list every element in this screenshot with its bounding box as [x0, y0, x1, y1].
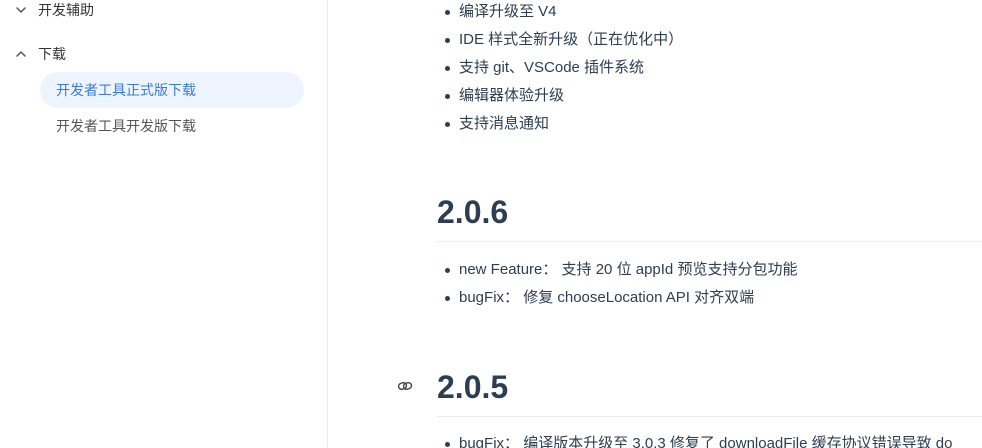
list-item: 编辑器体验升级 — [443, 82, 683, 110]
sidebar-group-dev-assist[interactable]: 开发辅助 — [14, 0, 94, 20]
main-content: 编译升级至 V4 IDE 样式全新升级（正在优化中） 支持 git、VSCode… — [329, 0, 982, 448]
list-item: new Feature： 支持 20 位 appId 预览支持分包功能 — [443, 256, 797, 284]
sidebar-group-download[interactable]: 下载 — [14, 44, 66, 64]
sidebar-group-label: 开发辅助 — [38, 2, 94, 18]
list-item: IDE 样式全新升级（正在优化中） — [443, 26, 683, 54]
chevron-down-icon — [14, 3, 28, 17]
sidebar-item-stable-download[interactable]: 开发者工具正式版下载 — [40, 72, 304, 108]
sidebar-item-label: 开发者工具正式版下载 — [56, 82, 196, 98]
list-item: bugFix： 编译版本升级至 3.0.3 修复了 downloadFile 缓… — [443, 430, 952, 448]
list-item: 支持消息通知 — [443, 110, 683, 138]
changelog-list-2-0-6: new Feature： 支持 20 位 appId 预览支持分包功能 bugF… — [443, 256, 797, 312]
docs-page: 开发辅助 下载 开发者工具正式版下载 开发者工具开发版下载 编译升级至 V4 I… — [0, 0, 982, 448]
sidebar-group-label: 下载 — [38, 46, 66, 62]
feature-list: 编译升级至 V4 IDE 样式全新升级（正在优化中） 支持 git、VSCode… — [443, 0, 683, 138]
version-heading-2-0-5: 2.0.5 — [437, 369, 509, 405]
sidebar-item-label: 开发者工具开发版下载 — [56, 118, 196, 134]
heading-divider — [437, 416, 982, 417]
link-icon[interactable] — [397, 378, 413, 394]
sidebar-item-dev-download[interactable]: 开发者工具开发版下载 — [40, 108, 304, 144]
list-item: 编译升级至 V4 — [443, 0, 683, 26]
version-heading-2-0-6: 2.0.6 — [437, 194, 509, 230]
sidebar: 开发辅助 下载 开发者工具正式版下载 开发者工具开发版下载 — [0, 0, 328, 448]
changelog-list-2-0-5: bugFix： 编译版本升级至 3.0.3 修复了 downloadFile 缓… — [443, 430, 952, 448]
chevron-up-icon — [14, 47, 28, 61]
list-item: 支持 git、VSCode 插件系统 — [443, 54, 683, 82]
heading-divider — [437, 241, 982, 242]
list-item: bugFix： 修复 chooseLocation API 对齐双端 — [443, 284, 797, 312]
